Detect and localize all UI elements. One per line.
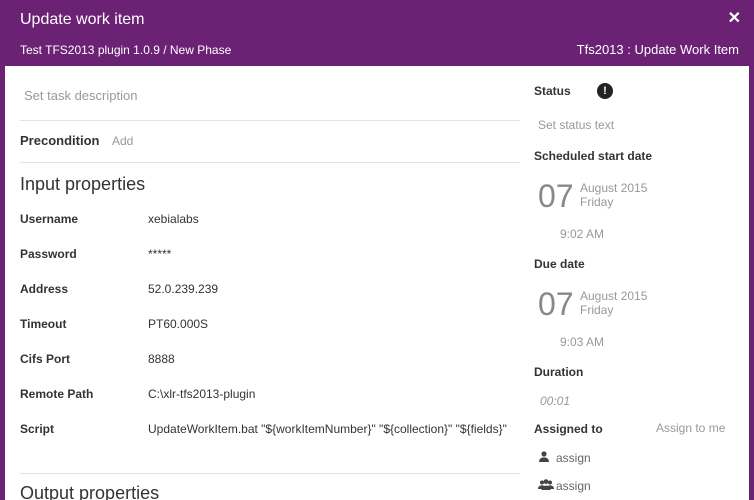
breadcrumb: Test TFS2013 plugin 1.0.9 / New Phase <box>20 43 232 57</box>
precondition-add-link[interactable]: Add <box>112 134 133 148</box>
scheduled-start-label: Scheduled start date <box>534 149 653 163</box>
dialog-border-left <box>0 66 5 500</box>
assign-user-row[interactable]: assign <box>538 451 591 465</box>
property-label-password: Password <box>20 247 77 261</box>
status-text-field[interactable]: Set status text <box>538 118 614 132</box>
due-day[interactable]: 07 <box>538 286 574 323</box>
start-month-year: August 2015 <box>580 181 648 195</box>
duration-value[interactable]: 00:01 <box>540 394 570 408</box>
status-label: Status <box>534 84 571 98</box>
user-icon <box>538 451 556 465</box>
task-type-label: Tfs2013 : Update Work Item <box>576 42 739 57</box>
task-description-field[interactable]: Set task description <box>24 88 137 103</box>
divider <box>20 162 520 163</box>
property-label-username: Username <box>20 212 79 226</box>
start-day[interactable]: 07 <box>538 178 574 215</box>
dialog-title: Update work item <box>20 11 145 28</box>
property-value-timeout[interactable]: PT60.000S <box>148 314 520 334</box>
due-time[interactable]: 9:03 AM <box>560 335 604 349</box>
due-weekday: Friday <box>580 303 614 317</box>
assign-to-me-link[interactable]: Assign to me <box>656 421 725 435</box>
precondition-label: Precondition <box>20 133 100 148</box>
property-label-timeout: Timeout <box>20 317 67 331</box>
assign-team-row[interactable]: assign <box>538 479 591 493</box>
assign-user-link[interactable]: assign <box>556 451 591 465</box>
property-value-script[interactable]: UpdateWorkItem.bat "${workItemNumber}" "… <box>148 419 508 439</box>
divider <box>20 473 520 474</box>
duration-label: Duration <box>534 365 584 379</box>
start-weekday: Friday <box>580 195 614 209</box>
property-label-remote-path: Remote Path <box>20 387 94 401</box>
input-properties-title: Input properties <box>20 174 146 194</box>
update-work-item-dialog: Update work item ✕ Test TFS2013 plugin 1… <box>0 0 754 500</box>
dialog-header: Update work item ✕ Test TFS2013 plugin 1… <box>0 0 754 66</box>
due-month-year: August 2015 <box>580 289 648 303</box>
property-value-address[interactable]: 52.0.239.239 <box>148 279 520 299</box>
property-value-username[interactable]: xebialabs <box>148 209 520 229</box>
property-label-cifs-port: Cifs Port <box>20 352 71 366</box>
divider <box>20 120 520 121</box>
property-value-remote-path[interactable]: C:\xlr-tfs2013-plugin <box>148 384 520 404</box>
output-properties-title: Output properties <box>20 483 160 500</box>
property-value-cifs-port[interactable]: 8888 <box>148 349 520 369</box>
assign-team-link[interactable]: assign <box>556 479 591 493</box>
dialog-border-right <box>749 66 754 500</box>
due-date-label: Due date <box>534 257 585 271</box>
exclamation-icon: ! <box>597 83 613 99</box>
property-value-password[interactable]: ***** <box>148 244 520 264</box>
start-time[interactable]: 9:02 AM <box>560 227 604 241</box>
close-icon[interactable]: ✕ <box>728 8 741 28</box>
assigned-to-label: Assigned to <box>534 422 603 436</box>
team-icon <box>538 479 556 493</box>
property-label-script: Script <box>20 422 55 436</box>
property-label-address: Address <box>20 282 69 296</box>
